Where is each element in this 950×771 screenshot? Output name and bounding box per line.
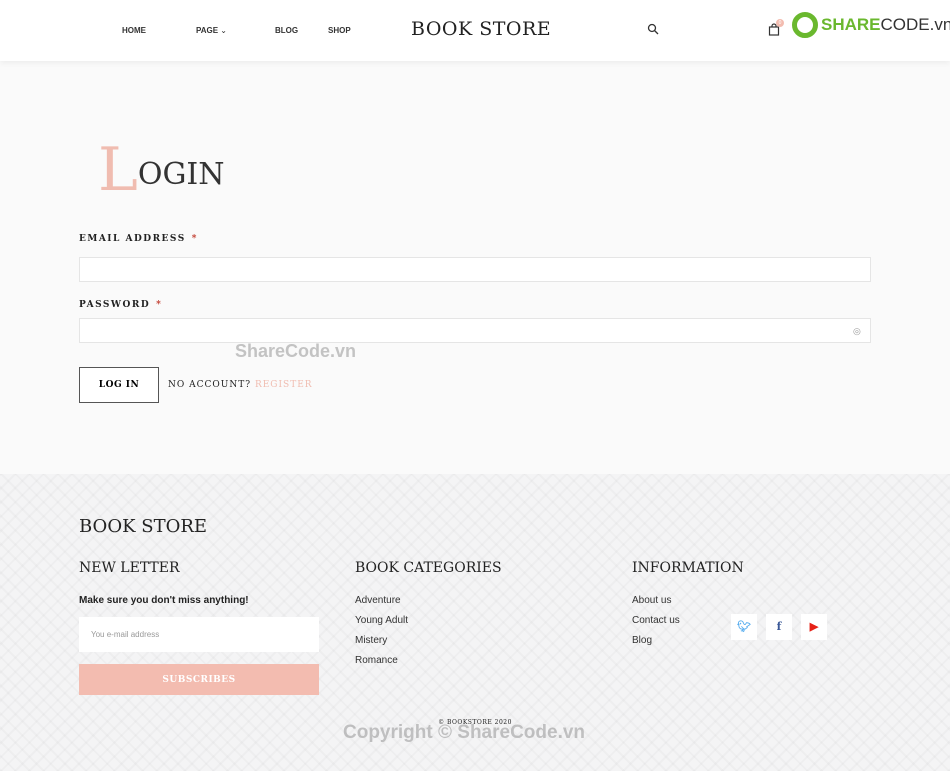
sharecode-watermark-logo: SHARECODE.vn [792, 12, 950, 38]
nav-home[interactable]: HOME [122, 26, 146, 35]
info-link-contact[interactable]: Contact us [632, 615, 680, 626]
cart-count-badge: 0 [776, 19, 784, 27]
email-label-text: EMAIL ADDRESS [79, 234, 186, 244]
site-logo[interactable]: BOOK STORE [411, 18, 551, 40]
info-link-about[interactable]: About us [632, 595, 671, 606]
category-link[interactable]: Young Adult [355, 615, 408, 626]
category-link[interactable]: Adventure [355, 595, 401, 606]
categories-title: BOOK CATEGORIES [355, 560, 502, 576]
no-account-text: NO ACCOUNT? REGISTER [168, 380, 313, 390]
watermark-copyright: Copyright © ShareCode.vn [343, 722, 586, 743]
nav-page-label: PAGE [196, 26, 219, 35]
category-link[interactable]: Mistery [355, 635, 387, 646]
required-marker: * [191, 234, 198, 244]
youtube-icon[interactable]: ▶ [801, 614, 827, 640]
required-marker: * [156, 300, 163, 310]
info-link-blog[interactable]: Blog [632, 635, 652, 646]
nav-shop[interactable]: SHOP [328, 26, 351, 35]
register-link[interactable]: REGISTER [255, 380, 313, 390]
category-link[interactable]: Romance [355, 655, 398, 666]
newsletter-email-input[interactable] [79, 617, 319, 652]
password-field[interactable]: ◎ [79, 318, 871, 343]
no-account-label: NO ACCOUNT? [168, 380, 252, 390]
nav-blog[interactable]: BLOG [275, 26, 298, 35]
email-label: EMAIL ADDRESS * [79, 234, 198, 244]
newsletter-title: NEW LETTER [79, 560, 180, 576]
watermark-text: ShareCode.vn [235, 341, 357, 361]
eye-slash-icon[interactable]: ◎ [853, 326, 863, 336]
login-button[interactable]: LOG IN [79, 367, 159, 403]
password-label: PASSWORD * [79, 300, 162, 310]
newsletter-subtitle: Make sure you don't miss anything! [79, 595, 249, 606]
site-footer: BOOK STORE NEW LETTER Make sure you don'… [0, 474, 950, 771]
title-rest: OGIN [137, 157, 225, 192]
page-title: LOGIN [98, 135, 225, 205]
footer-logo[interactable]: BOOK STORE [79, 516, 207, 537]
site-header: HOME PAGE ⌄ BLOG SHOP BOOK STORE 0 SHARE… [0, 0, 950, 61]
information-title: INFORMATION [632, 560, 744, 576]
facebook-icon[interactable]: f [766, 614, 792, 640]
sharecode-logo-icon [792, 12, 818, 38]
nav-page[interactable]: PAGE ⌄ [196, 26, 227, 35]
chevron-down-icon: ⌄ [218, 26, 228, 35]
twitter-icon[interactable]: 🐦︎ [731, 614, 757, 640]
email-field[interactable] [79, 257, 871, 282]
title-initial: L [98, 135, 138, 205]
password-label-text: PASSWORD [79, 300, 151, 310]
search-icon[interactable] [647, 23, 659, 35]
subscribe-button[interactable]: SUBSCRIBES [79, 664, 319, 695]
